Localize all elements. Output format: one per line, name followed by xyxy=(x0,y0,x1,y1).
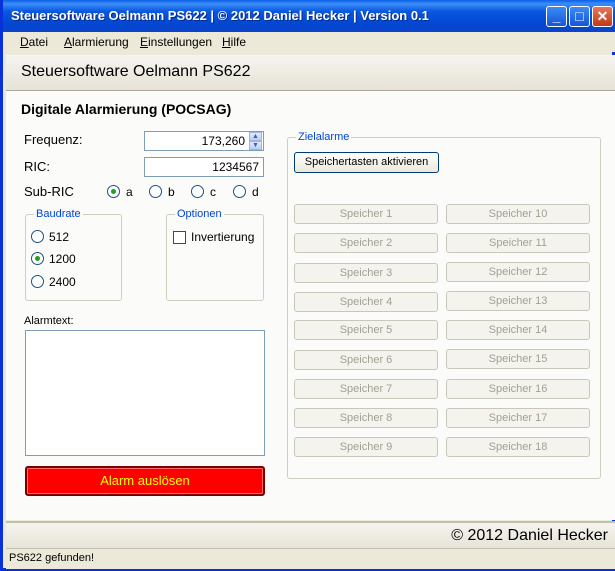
subric-radio-a[interactable] xyxy=(107,185,120,198)
subric-radio-b[interactable] xyxy=(149,185,162,198)
subric-label-c: c xyxy=(210,185,216,199)
alarmtext-input[interactable] xyxy=(25,330,265,456)
memory-button-7[interactable]: Speicher 7 xyxy=(294,379,438,399)
memory-button-1[interactable]: Speicher 1 xyxy=(294,204,438,224)
menu-einstellungen[interactable]: Einstellungen xyxy=(140,35,212,49)
options-group: Optionen Invertierung xyxy=(166,208,264,301)
baudrate-radio-2400[interactable] xyxy=(31,275,44,288)
menu-datei-label: atei xyxy=(28,35,49,49)
menu-einstellungen-label: instellungen xyxy=(148,35,213,49)
memory-button-4[interactable]: Speicher 4 xyxy=(294,292,438,312)
window-title: Steuersoftware Oelmann PS622 | © 2012 Da… xyxy=(11,8,429,23)
alarm-trigger-button[interactable]: Alarm auslösen xyxy=(25,466,265,496)
minimize-button[interactable]: _ xyxy=(546,6,567,27)
maximize-button[interactable]: □ xyxy=(569,6,590,27)
ric-input[interactable]: 1234567 xyxy=(144,157,264,177)
menu-alarmierung-mnemonic: A xyxy=(64,35,73,49)
options-legend: Optionen xyxy=(175,208,224,220)
section-title: Digitale Alarmierung (POCSAG) xyxy=(21,101,232,117)
frequency-spinner: ▲ ▼ xyxy=(249,132,263,150)
footer-copyright: © 2012 Daniel Hecker xyxy=(451,527,608,544)
zielalarme-group: Zielalarme Speichertasten aktivieren Spe… xyxy=(287,131,601,479)
memory-button-12[interactable]: Speicher 12 xyxy=(446,262,590,282)
menu-hilfe-mnemonic: H xyxy=(222,35,231,49)
frequency-input[interactable]: 173,260 ▲ ▼ xyxy=(144,131,264,151)
subric-label: Sub-RIC xyxy=(24,184,74,199)
status-bar: PS622 gefunden! xyxy=(6,548,615,569)
memory-button-6[interactable]: Speicher 6 xyxy=(294,350,438,370)
invert-label: Invertierung xyxy=(191,230,255,244)
memory-button-18[interactable]: Speicher 18 xyxy=(446,437,590,457)
menu-datei-mnemonic: D xyxy=(20,35,29,49)
memory-button-13[interactable]: Speicher 13 xyxy=(446,291,590,311)
memory-button-5[interactable]: Speicher 5 xyxy=(294,320,438,340)
menu-einstellungen-mnemonic: E xyxy=(140,35,149,49)
baudrate-label-2400: 2400 xyxy=(49,275,76,289)
memory-button-11[interactable]: Speicher 11 xyxy=(446,233,590,253)
activate-memory-button[interactable]: Speichertasten aktivieren xyxy=(294,152,439,173)
header-panel: Steuersoftware Oelmann PS622 xyxy=(6,55,615,91)
baudrate-radio-512[interactable] xyxy=(31,230,44,243)
frequency-value: 173,260 xyxy=(201,134,245,148)
subric-label-d: d xyxy=(252,185,259,199)
frequency-label: Frequenz: xyxy=(24,132,83,147)
memory-button-15[interactable]: Speicher 15 xyxy=(446,349,590,369)
zielalarme-legend: Zielalarme xyxy=(296,131,352,143)
main-content: Digitale Alarmierung (POCSAG) Frequenz: … xyxy=(6,91,615,520)
invert-checkbox[interactable] xyxy=(173,231,186,244)
ric-value: 1234567 xyxy=(212,160,259,174)
subric-radio-c[interactable] xyxy=(191,185,204,198)
baudrate-legend: Baudrate xyxy=(34,208,83,220)
ric-label: RIC: xyxy=(24,159,50,174)
menu-hilfe-label: ilfe xyxy=(230,35,247,49)
baudrate-radio-1200[interactable] xyxy=(31,252,44,265)
footer-panel: © 2012 Daniel Hecker xyxy=(6,521,615,549)
memory-button-3[interactable]: Speicher 3 xyxy=(294,263,438,283)
menu-alarmierung-label: larmierung xyxy=(72,35,129,49)
memory-button-14[interactable]: Speicher 14 xyxy=(446,320,590,340)
status-text: PS622 gefunden! xyxy=(9,552,95,564)
title-bar[interactable]: Steuersoftware Oelmann PS622 | © 2012 Da… xyxy=(3,0,615,32)
subric-radio-d[interactable] xyxy=(233,185,246,198)
menu-alarmierung[interactable]: Alarmierung xyxy=(64,35,129,49)
app-window: Steuersoftware Oelmann PS622 | © 2012 Da… xyxy=(0,0,615,571)
memory-button-2[interactable]: Speicher 2 xyxy=(294,233,438,253)
memory-button-16[interactable]: Speicher 16 xyxy=(446,379,590,399)
close-icon: ✕ xyxy=(596,8,609,24)
baudrate-label-1200: 1200 xyxy=(49,252,76,266)
alarmtext-label: Alarmtext: xyxy=(24,315,74,327)
menu-datei[interactable]: Datei xyxy=(20,35,48,49)
spin-up-button[interactable]: ▲ xyxy=(249,132,262,141)
baudrate-group: Baudrate 512 1200 2400 xyxy=(25,208,122,301)
menu-hilfe[interactable]: Hilfe xyxy=(222,35,246,49)
memory-button-17[interactable]: Speicher 17 xyxy=(446,408,590,428)
spin-down-button[interactable]: ▼ xyxy=(249,141,262,150)
subric-label-b: b xyxy=(168,185,175,199)
close-button[interactable]: ✕ xyxy=(592,6,613,27)
menu-bar: Datei Alarmierung Einstellungen Hilfe xyxy=(6,32,615,52)
memory-button-10[interactable]: Speicher 10 xyxy=(446,204,590,224)
subric-label-a: a xyxy=(126,185,133,199)
memory-button-8[interactable]: Speicher 8 xyxy=(294,408,438,428)
baudrate-label-512: 512 xyxy=(49,230,70,244)
maximize-icon: □ xyxy=(575,8,584,24)
header-title: Steuersoftware Oelmann PS622 xyxy=(21,63,251,80)
memory-button-9[interactable]: Speicher 9 xyxy=(294,437,438,457)
minimize-icon: _ xyxy=(552,8,561,24)
